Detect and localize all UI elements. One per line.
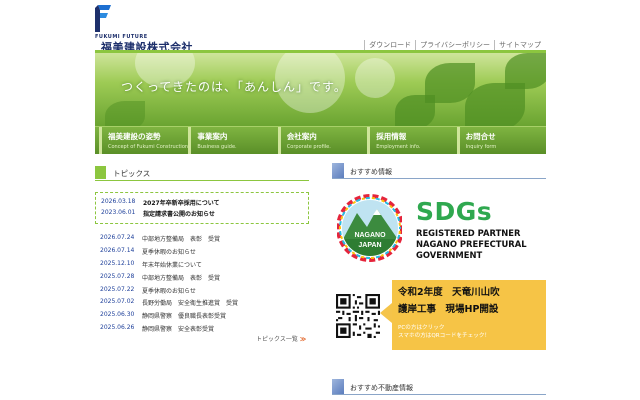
company-logo[interactable]: FUKUMI FUTURE 福美建設株式会社 bbox=[95, 5, 225, 54]
topic-date: 2026.07.24 bbox=[100, 234, 135, 241]
qr-code-icon bbox=[336, 294, 380, 338]
download-link[interactable]: ダウンロード bbox=[364, 40, 415, 50]
list-item[interactable]: 2026.07.24 中部地方整備局 表彰 受賞 bbox=[100, 234, 310, 247]
sitemap-link[interactable]: サイトマップ bbox=[494, 40, 545, 50]
badge-bottom-text: JAPAN bbox=[358, 242, 381, 249]
topic-date: 2026.07.14 bbox=[100, 246, 135, 254]
list-item[interactable]: 2025.07.22 夏季休暇のお知らせ bbox=[100, 286, 310, 299]
nav-label: 福美建設の姿勢 bbox=[108, 132, 161, 141]
site-hp-box: 令和2年度 天竜川山吹 護岸工事 現場HP開設 PCの方はクリック スマホの方は… bbox=[392, 280, 546, 350]
list-item[interactable]: 2025.12.10 年末年始休業について bbox=[100, 260, 310, 273]
site-hp-mobile-text: スマホの方はQRコードをチェック！ bbox=[398, 333, 491, 339]
featured-topics: 2026.03.18 2027年卒新卒採用について 2023.06.01 指定請… bbox=[95, 192, 309, 224]
list-item[interactable]: 2025.07.02 長野労働局 安全衛生推進賞 受賞 bbox=[100, 298, 310, 311]
recommend-title: おすすめ情報 bbox=[350, 168, 392, 176]
hero-banner: つくってきたのは、「あんしん」です。 bbox=[95, 53, 546, 126]
topics-heading: トピックス bbox=[95, 166, 309, 181]
list-item[interactable]: 2023.06.01 指定請求書公開のお知らせ bbox=[101, 209, 308, 220]
topic-date: 2025.07.22 bbox=[100, 285, 135, 293]
nav-sublabel: Employment info. bbox=[376, 144, 421, 150]
badge-top-text: NAGANO bbox=[354, 232, 386, 239]
sdgs-line-2: NAGANO PREFECTURAL bbox=[416, 239, 527, 249]
nav-sublabel: Corporate profile. bbox=[286, 144, 331, 150]
topic-date: 2025.12.10 bbox=[100, 259, 135, 267]
hero-bokeh bbox=[355, 58, 395, 98]
site-hp-title-1: 令和2年度 天竜川山吹 bbox=[398, 287, 500, 298]
topics-more-label: トピックス一覧 bbox=[256, 336, 298, 343]
site-hp-title-2: 護岸工事 現場HP開設 bbox=[398, 304, 499, 315]
banner-pointer-arrow bbox=[380, 303, 392, 323]
topics-list-link[interactable]: トピックス一覧 ≫ bbox=[256, 334, 306, 343]
privacy-policy-link[interactable]: プライバシーポリシー bbox=[415, 40, 494, 50]
hero-leaf bbox=[395, 95, 435, 126]
cube-icon bbox=[332, 163, 344, 178]
nav-label: 会社案内 bbox=[286, 132, 317, 141]
topics-square-icon bbox=[95, 166, 106, 179]
topic-title[interactable]: 年末年始休業について bbox=[142, 260, 202, 273]
recommend-heading: おすすめ情報 bbox=[332, 163, 546, 179]
topic-date: 2023.06.01 bbox=[101, 209, 136, 216]
topic-date: 2025.07.28 bbox=[100, 272, 135, 280]
hero-leaf bbox=[465, 83, 525, 126]
nav-business[interactable]: 事業案内 Business guide. bbox=[188, 127, 277, 154]
utility-links: ダウンロード プライバシーポリシー サイトマップ bbox=[364, 40, 545, 50]
hero-leaf bbox=[105, 101, 145, 126]
site-hp-banner[interactable]: 令和2年度 天竜川山吹 護岸工事 現場HP開設 PCの方はクリック スマホの方は… bbox=[332, 280, 546, 350]
topic-date: 2026.03.18 bbox=[101, 198, 136, 205]
topic-date: 2025.06.30 bbox=[100, 311, 135, 319]
nav-contact[interactable]: お問合せ Inquiry form bbox=[456, 127, 546, 154]
topic-date: 2025.07.02 bbox=[100, 298, 135, 306]
topic-title[interactable]: 夏季休暇のお知らせ bbox=[142, 247, 196, 260]
topic-title[interactable]: 中部地方整備局 表彰 受賞 bbox=[142, 234, 220, 247]
list-item[interactable]: 2026.03.18 2027年卒新卒採用について bbox=[101, 198, 308, 209]
chevron-right-icon: ≫ bbox=[299, 336, 307, 343]
topic-title[interactable]: 静岡県警察 優良職長表彰受賞 bbox=[142, 311, 226, 324]
topic-title[interactable]: 中部地方整備局 表彰 受賞 bbox=[142, 273, 220, 286]
hero-leaf bbox=[505, 53, 546, 89]
site-hp-pc-text: PCの方はクリック bbox=[398, 325, 445, 331]
nav-recruit[interactable]: 採用情報 Employment info. bbox=[367, 127, 456, 154]
sdgs-line-1: REGISTERED PARTNER bbox=[416, 228, 521, 238]
realestate-heading: おすすめ不動産情報 bbox=[332, 379, 546, 395]
nav-sublabel: Inquiry form bbox=[465, 144, 497, 150]
sdgs-partner-banner[interactable]: NAGANO JAPAN SDGs REGISTERED PARTNER NAG… bbox=[332, 186, 546, 276]
sdgs-nagano-badge-icon: NAGANO JAPAN bbox=[337, 194, 402, 262]
topic-title[interactable]: 静岡県警察 安全表彰受賞 bbox=[142, 324, 214, 337]
list-item[interactable]: 2026.07.14 夏季休暇のお知らせ bbox=[100, 247, 310, 260]
nav-concept[interactable]: 福美建設の姿勢 Concept of Fukumi Construction bbox=[99, 127, 188, 154]
nav-company[interactable]: 会社案内 Corporate profile. bbox=[277, 127, 367, 154]
global-nav: 福美建設の姿勢 Concept of Fukumi Construction 事… bbox=[95, 126, 546, 154]
topics-list: 2026.07.24 中部地方整備局 表彰 受賞 2026.07.14 夏季休暇のお… bbox=[100, 234, 310, 337]
sdgs-title: SDGs bbox=[416, 197, 493, 226]
topic-title[interactable]: 夏季休暇のお知らせ bbox=[142, 286, 196, 299]
topics-title: トピックス bbox=[113, 169, 151, 178]
list-item[interactable]: 2025.07.28 中部地方整備局 表彰 受賞 bbox=[100, 273, 310, 286]
nav-sublabel: Concept of Fukumi Construction bbox=[108, 144, 189, 150]
realestate-title: おすすめ不動産情報 bbox=[350, 384, 413, 392]
topic-date: 2025.06.26 bbox=[100, 324, 135, 332]
nav-label: 事業案内 bbox=[197, 132, 228, 141]
list-item[interactable]: 2025.06.30 静岡県警察 優良職長表彰受賞 bbox=[100, 311, 310, 324]
sdgs-line-3: GOVERNMENT bbox=[416, 250, 483, 260]
nav-label: お問合せ bbox=[465, 132, 496, 141]
topic-title[interactable]: 指定請求書公開のお知らせ bbox=[143, 209, 215, 220]
topic-title[interactable]: 長野労働局 安全衛生推進賞 受賞 bbox=[142, 298, 238, 311]
nav-sublabel: Business guide. bbox=[197, 144, 237, 150]
nav-label: 採用情報 bbox=[376, 132, 407, 141]
hero-catchcopy: つくってきたのは、「あんしん」です。 bbox=[121, 80, 347, 94]
topic-title[interactable]: 2027年卒新卒採用について bbox=[143, 198, 220, 209]
logo-f-mark-icon bbox=[95, 5, 111, 32]
cube-icon bbox=[332, 379, 344, 394]
